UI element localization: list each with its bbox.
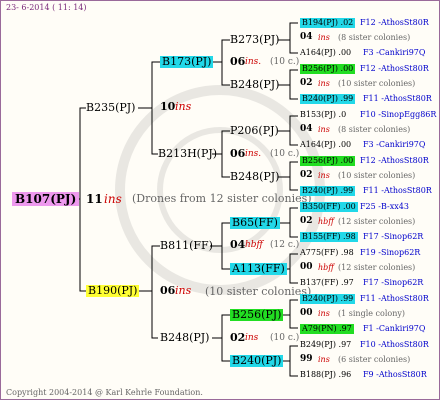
g4-mid-ins: ins <box>318 33 330 42</box>
root-num: 11 <box>86 192 103 206</box>
g1-num-0: 10 <box>160 100 176 113</box>
g2-bee-3[interactable]: B248(PJ) <box>160 332 209 344</box>
root-ins: ins <box>104 192 122 206</box>
g4-line1-origin: F12 -AthosSt80R <box>360 156 429 165</box>
g4-line1-origin: F10 -SinopEgg86R <box>360 110 437 119</box>
g3-bee-7[interactable]: B240(PJ) <box>230 355 284 367</box>
g4-line2-origin: F17 -Sinop62R <box>363 232 424 241</box>
g4-line1-origin: F12 -AthosSt80R <box>360 64 429 73</box>
g4-mid-ins: ins <box>318 79 330 88</box>
g3-bee-0[interactable]: B273(PJ) <box>230 34 279 46</box>
g4-mid-note: (12 sister colonies) <box>338 217 416 226</box>
g4-line1-bee[interactable]: B194(PJ) .02 <box>300 18 356 28</box>
g4-mid-ins: ins <box>318 171 330 180</box>
g4-mid-note: (10 sister colonies) <box>338 79 416 88</box>
g4-mid-num: 02 <box>300 78 313 88</box>
g4-mid-num: 04 <box>300 124 313 134</box>
g4-line1-origin: F25 -B-xx43 <box>360 202 409 211</box>
g4-line2-bee[interactable]: A164(PJ) .00 <box>300 140 351 150</box>
g4-line2-bee[interactable]: B240(PJ) .99 <box>300 94 356 104</box>
g2-bee-1[interactable]: B213H(PJ) <box>158 148 217 160</box>
g1-note-1: (10 sister colonies) <box>205 285 312 298</box>
g3-bee-3[interactable]: B248(PJ) <box>230 171 279 183</box>
g4-line2-origin: F11 -AthosSt80R <box>363 186 432 195</box>
g3-bee-2[interactable]: P206(PJ) <box>230 125 279 137</box>
g3-bee-4[interactable]: B65(FF) <box>230 217 280 229</box>
g4-mid-num: 02 <box>300 170 313 180</box>
g2-ins-3: ins <box>245 333 259 343</box>
g4-mid-num: 04 <box>300 32 313 42</box>
g3-bee-6[interactable]: B256(PJ) <box>230 309 284 321</box>
g4-mid-note: (10 sister colonies) <box>338 171 416 180</box>
g1-ins-0: ins <box>175 100 192 113</box>
g4-mid-num: 00 <box>300 308 313 318</box>
g4-line2-origin: F17 -Sinop62R <box>363 278 424 287</box>
g2-num-3: 02 <box>230 331 246 344</box>
g4-line1-bee[interactable]: B153(PJ) .0 <box>300 110 346 120</box>
g2-note-3: (10 c.) <box>270 333 300 343</box>
g4-line1-bee[interactable]: B240(PJ) .99 <box>300 294 356 304</box>
g1-ins-1: ins <box>175 284 192 297</box>
g2-note-0: (10 c.) <box>270 57 300 67</box>
g2-bee-0[interactable]: B173(PJ) <box>160 56 214 68</box>
header-date: 23- 6-2014 ( 11: 14) <box>6 3 87 12</box>
g4-line2-bee[interactable]: A79(PN) .97 <box>300 324 354 334</box>
g2-ins-2: hbff <box>245 240 263 250</box>
root-bee[interactable]: B107(PJ) <box>12 192 80 206</box>
g4-line2-origin: F3 -Cankiri97Q <box>363 48 426 57</box>
g2-ins-1: ins. <box>245 149 262 159</box>
g1-bee-1[interactable]: B190(PJ) <box>86 285 140 297</box>
g4-mid-note: (8 sister colonies) <box>338 125 411 134</box>
g1-num-1: 06 <box>160 284 176 297</box>
g4-line2-origin: F1 -Cankiri97Q <box>363 324 426 333</box>
root-note: (Drones from 12 sister colonies) <box>132 192 312 205</box>
g4-line1-bee[interactable]: B350(FF) .00 <box>300 202 358 212</box>
g2-note-1: (10 c.) <box>270 149 300 159</box>
g4-mid-note: (12 sister colonies) <box>338 263 416 272</box>
g3-bee-1[interactable]: B248(PJ) <box>230 79 279 91</box>
g4-line2-origin: F3 -Cankiri97Q <box>363 140 426 149</box>
g4-mid-ins: hbff <box>318 263 334 272</box>
g4-mid-num: 00 <box>300 262 313 272</box>
g4-line2-origin: F11 -AthosSt80R <box>363 94 432 103</box>
g4-line2-origin: F9 -AthosSt80R <box>363 370 427 379</box>
g2-note-2: (12 c.) <box>270 240 300 250</box>
g4-mid-num: 99 <box>300 354 313 364</box>
g4-mid-note: (1 single colony) <box>338 309 405 318</box>
g4-line1-bee[interactable]: B256(PJ) .00 <box>300 64 356 74</box>
g4-line1-origin: F10 -AthosSt80R <box>360 340 429 349</box>
g4-line2-bee[interactable]: B188(PJ) .96 <box>300 370 351 380</box>
g4-line2-bee[interactable]: B240(PJ) .99 <box>300 186 356 196</box>
g2-bee-2[interactable]: B811(FF) <box>160 240 213 252</box>
g4-mid-ins: ins <box>318 309 330 318</box>
g2-num-0: 06 <box>230 55 246 68</box>
footer-copyright: Copyright 2004-2014 @ Karl Kehrle Founda… <box>6 388 203 397</box>
g4-line2-bee[interactable]: B155(FF) .98 <box>300 232 358 242</box>
g2-num-1: 06 <box>230 147 246 160</box>
g4-line1-origin: F12 -AthosSt80R <box>360 18 429 27</box>
g2-ins-0: ins. <box>245 57 262 67</box>
g4-line2-bee[interactable]: B137(FF) .97 <box>300 278 354 288</box>
g2-num-2: 04 <box>230 238 246 251</box>
g4-mid-num: 02 <box>300 216 313 226</box>
g4-mid-note: (8 sister colonies) <box>338 33 411 42</box>
g1-bee-0[interactable]: B235(PJ) <box>86 102 135 114</box>
g4-line1-bee[interactable]: B256(PJ) .00 <box>300 156 356 166</box>
g3-bee-5[interactable]: A113(FF) <box>230 263 287 275</box>
g4-mid-note: (6 sister colonies) <box>338 355 411 364</box>
g4-mid-ins: hbff <box>318 217 334 226</box>
g4-line1-bee[interactable]: B249(PJ) .97 <box>300 340 351 350</box>
g4-mid-ins: ins <box>318 355 330 364</box>
g4-line1-origin: F11 -AthosSt80R <box>360 294 429 303</box>
g4-line1-origin: F19 -Sinop62R <box>360 248 421 257</box>
g4-line1-bee[interactable]: A775(FF) .98 <box>300 248 354 258</box>
g4-line2-bee[interactable]: A164(PJ) .00 <box>300 48 351 58</box>
g4-mid-ins: ins <box>318 125 330 134</box>
